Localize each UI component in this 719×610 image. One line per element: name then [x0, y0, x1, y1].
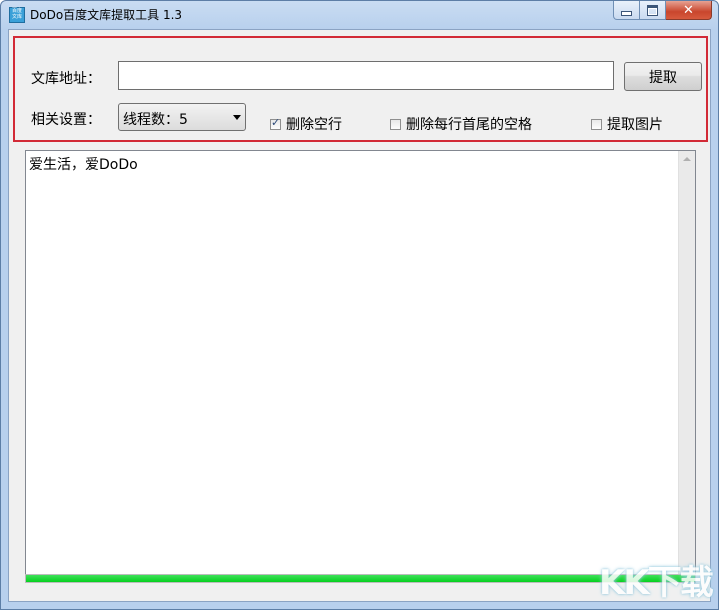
settings-label: 相关设置：: [31, 112, 101, 128]
dropdown-arrow-icon: [233, 115, 241, 120]
checkbox-trim-spaces[interactable]: 删除每行首尾的空格: [390, 114, 532, 134]
app-window: 百度文库 DoDo百度文库提取工具 1.3 ✕ 文库地址： 提取 相关设置： 线…: [0, 0, 719, 610]
url-label: 文库地址：: [31, 71, 101, 87]
scroll-up-icon[interactable]: [683, 157, 691, 161]
checkbox-box[interactable]: [591, 118, 602, 130]
app-icon: 百度文库: [9, 7, 25, 23]
watermark-logo: KK下载: [599, 563, 714, 603]
title-bar[interactable]: 百度文库 DoDo百度文库提取工具 1.3 ✕: [1, 1, 718, 29]
threads-select[interactable]: 线程数：5: [118, 103, 246, 131]
close-icon: ✕: [683, 2, 694, 18]
extract-button[interactable]: 提取: [624, 62, 702, 91]
window-title: DoDo百度文库提取工具 1.3: [30, 8, 183, 22]
minimize-icon: [621, 10, 632, 16]
app-icon-text: 百度文库: [11, 8, 22, 20]
settings-panel: 文库地址： 提取 相关设置： 线程数：5 ✓ 删除空行 删除每行首尾的空格 提取…: [13, 36, 708, 142]
checkbox-box[interactable]: ✓: [270, 115, 281, 130]
checkbox-label: 删除空行: [286, 117, 342, 133]
maximize-button[interactable]: [640, 1, 666, 20]
checkbox-extract-images[interactable]: 提取图片: [591, 114, 663, 134]
client-area: 文库地址： 提取 相关设置： 线程数：5 ✓ 删除空行 删除每行首尾的空格 提取…: [8, 29, 711, 602]
checkbox-box[interactable]: [390, 118, 401, 130]
caption-buttons: ✕: [613, 1, 712, 21]
output-textarea[interactable]: 爱生活，爱DoDo: [25, 150, 696, 578]
url-input[interactable]: [118, 61, 614, 90]
checkbox-label: 提取图片: [607, 117, 663, 133]
progress-fill: [26, 575, 695, 582]
checkbox-remove-empty-lines[interactable]: ✓ 删除空行: [270, 114, 342, 134]
threads-select-value: 线程数：5: [123, 112, 188, 128]
progress-bar: [25, 574, 696, 583]
maximize-icon: [647, 4, 658, 16]
checkbox-label: 删除每行首尾的空格: [406, 117, 532, 133]
check-mark-icon: ✓: [271, 115, 281, 129]
close-button[interactable]: ✕: [666, 1, 712, 20]
minimize-button[interactable]: [613, 1, 640, 20]
output-text: 爱生活，爱DoDo: [29, 157, 138, 173]
vertical-scrollbar[interactable]: [678, 151, 695, 577]
